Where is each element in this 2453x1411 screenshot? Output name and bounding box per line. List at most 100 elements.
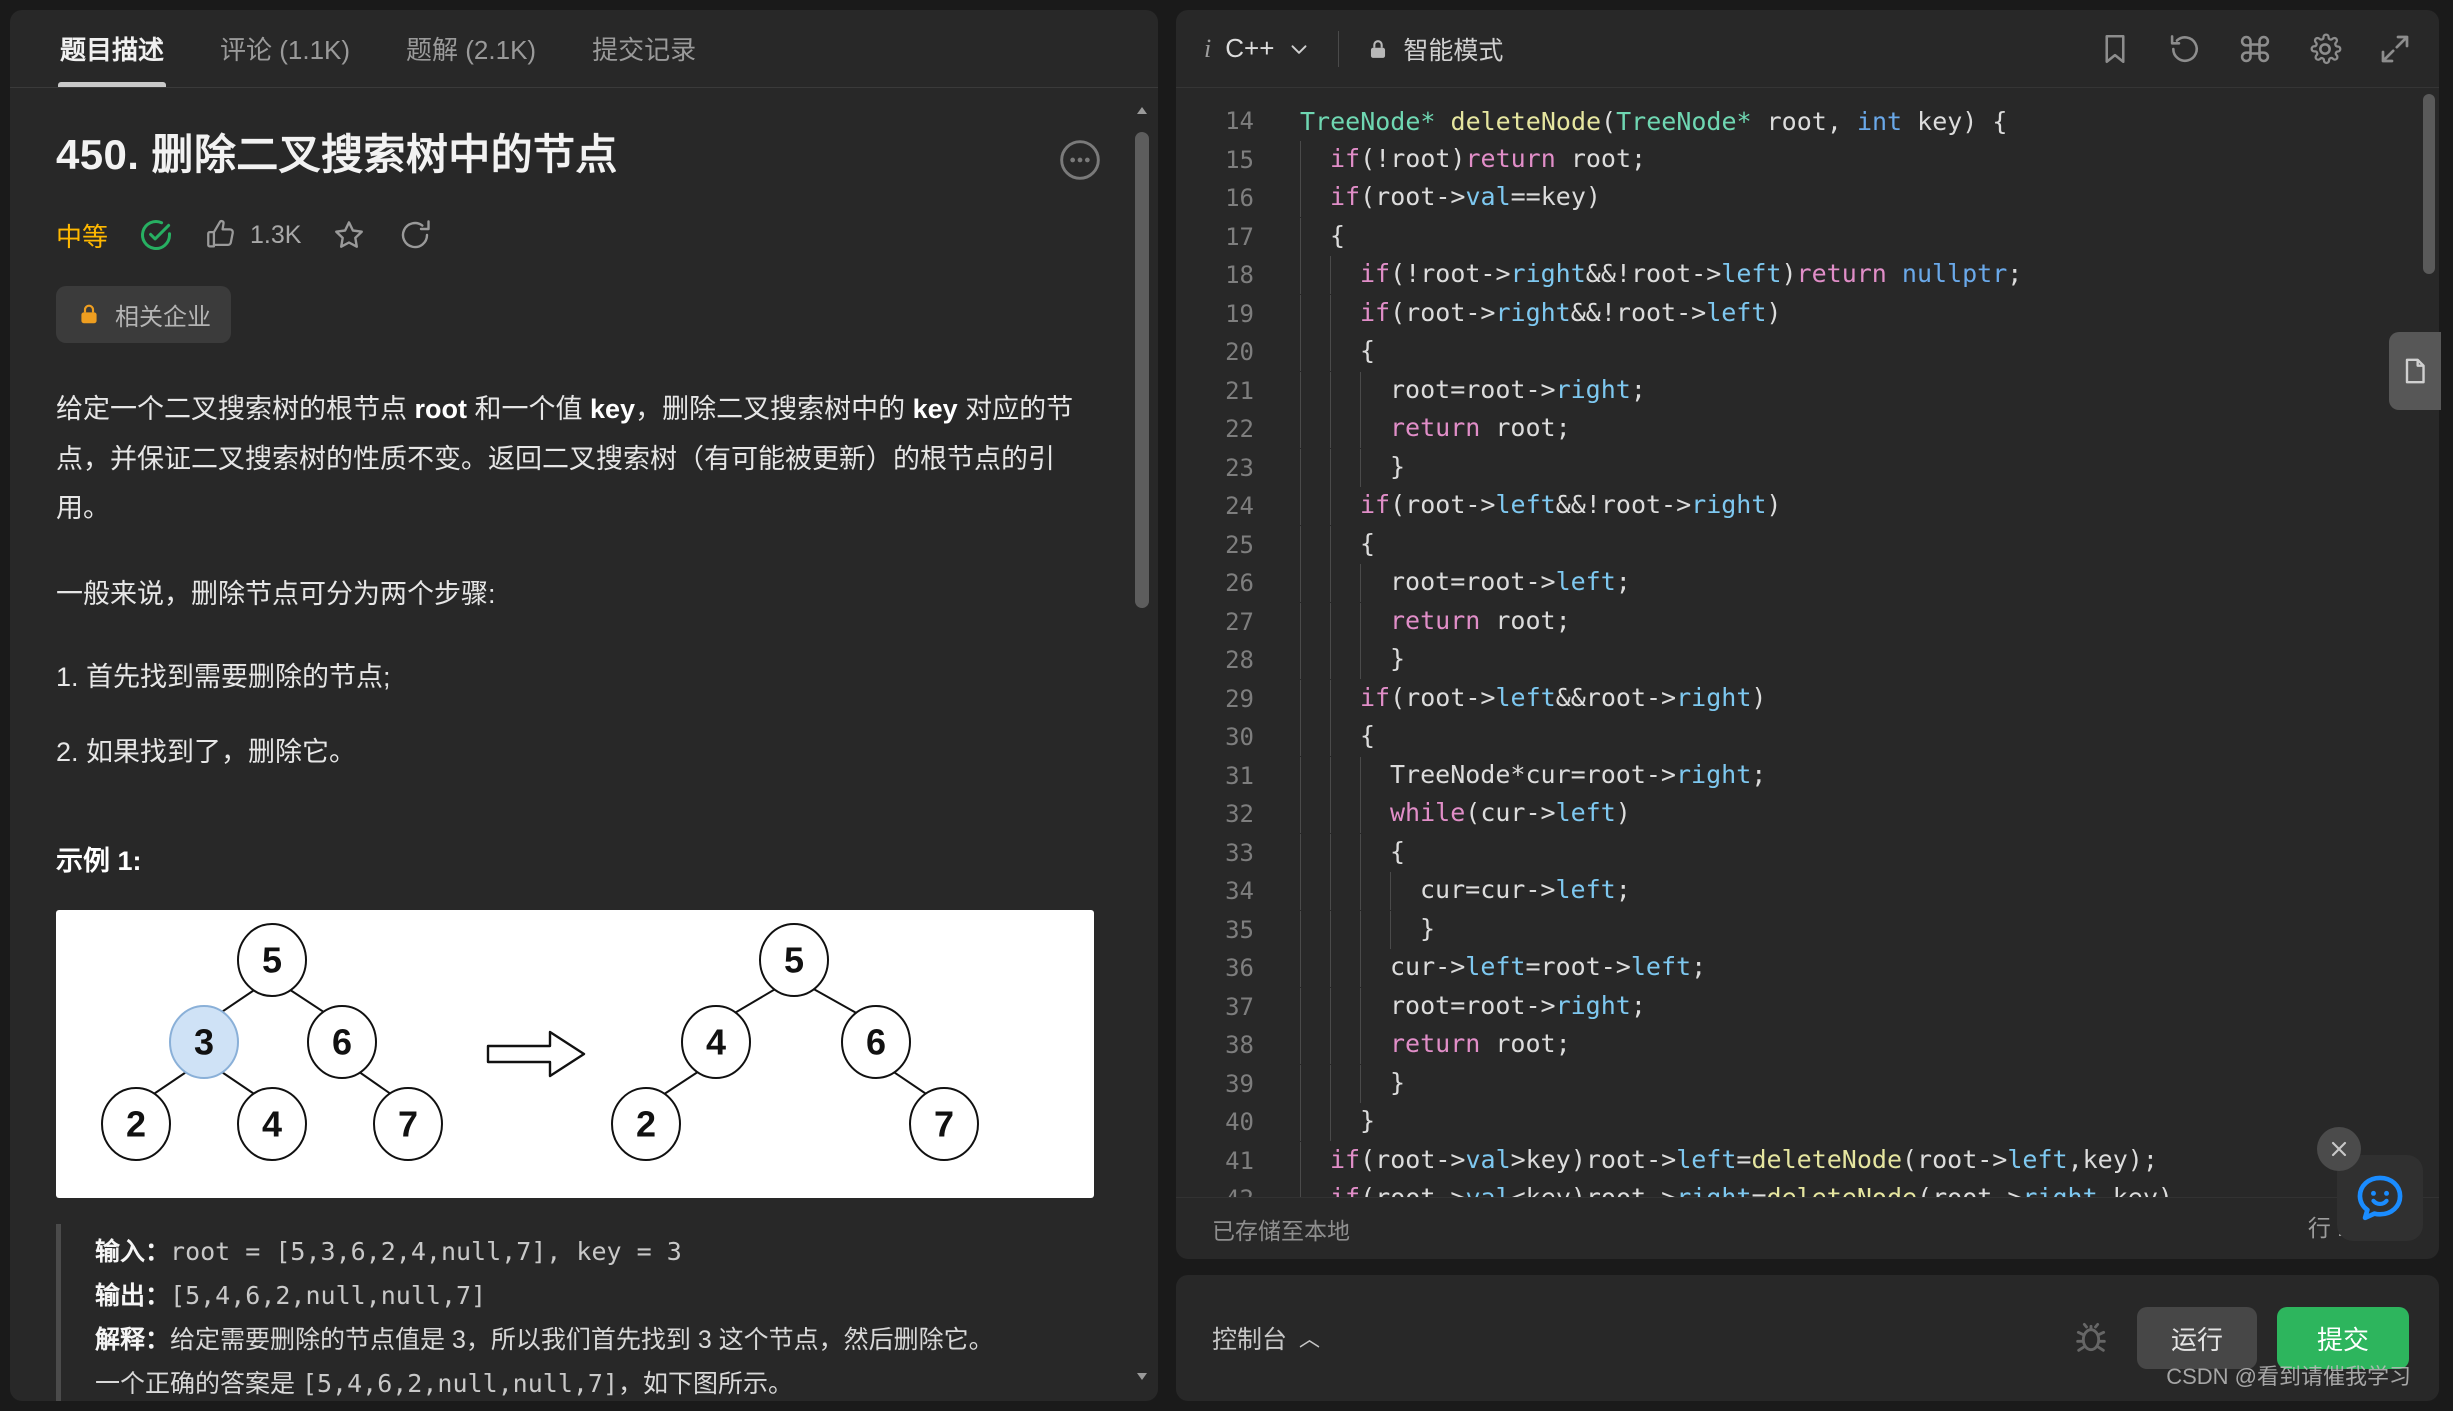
debug-bug-icon[interactable] [2071,1318,2111,1358]
problem-description-p2: 一般来说，删除节点可分为两个步骤: [56,579,496,610]
indent-guide [1330,448,1360,487]
code-line[interactable]: 33 { [1176,833,2439,873]
tab-description-label: 题目描述 [60,35,165,65]
code-token: while [1390,798,1466,828]
code-token: val [1465,1183,1510,1197]
output-label: 输出： [95,1282,171,1310]
indent-guide [1360,1064,1390,1103]
likes-button[interactable]: 1.3K [204,218,301,252]
code-line[interactable]: 35} [1176,910,2439,950]
code-text: cur->left=root->left; [1280,949,1706,988]
share-icon[interactable] [397,217,433,253]
indent-guide [1330,679,1360,718]
code-line[interactable]: 37 root=root->right; [1176,987,2439,1027]
code-token: if [1360,490,1391,520]
scroll-down-arrow-icon[interactable] [1134,1367,1150,1385]
code-lines-container[interactable]: 14 TreeNode* deleteNode(TreeNode* root, i… [1176,102,2439,1197]
favorite-star-icon[interactable] [331,217,367,253]
code-line[interactable]: 32 while(cur->left) [1176,795,2439,834]
code-line[interactable]: 15 if(!root)return root; [1176,140,2439,180]
language-selector[interactable]: i C++ [1204,33,1312,64]
code-text: { [1280,525,1375,564]
console-toggle[interactable]: 控制台 ︿ [1212,1320,1320,1356]
code-line[interactable]: 41 if(root->val>key)root->left=deleteNode… [1176,1141,2439,1181]
code-line[interactable]: 22 return root; [1176,410,2439,449]
line-number: 29 [1225,684,1254,713]
code-line[interactable]: 18 if(!root->right&&!root->left)return nu… [1176,256,2439,295]
tab-comments[interactable]: 评论 (1.1K) [192,10,378,87]
transform-arrow-icon [486,1030,586,1078]
tab-description[interactable]: 题目描述 [32,10,192,87]
code-editor-area[interactable]: 14 TreeNode* deleteNode(TreeNode* root, i… [1176,88,2439,1197]
code-line[interactable]: 19 if(root->right&&!root->left) [1176,294,2439,334]
code-line[interactable]: 42if(root->val<key)root->right=deleteNod… [1176,1180,2439,1197]
notes-panel-tab[interactable] [2389,332,2441,410]
tab-comments-label: 评论 (1.1K) [220,35,351,65]
chevron-up-icon: ︿ [1299,1328,1321,1351]
code-line[interactable]: 34 cur=cur->left; [1176,872,2439,911]
indent-guide [1300,525,1330,564]
reset-icon[interactable] [2167,31,2203,67]
indent-guide [1360,641,1390,680]
code-line[interactable]: 21 root=root->right; [1176,371,2439,411]
solved-check-icon[interactable] [138,217,174,253]
related-companies-badge[interactable]: 相关企业 [56,285,231,343]
smart-mode-toggle[interactable]: 智能模式 [1365,31,1503,67]
code-line[interactable]: 38 return root; [1176,1026,2439,1065]
code-token: val [1465,1144,1511,1174]
problem-tabs: 题目描述 评论 (1.1K) 题解 (2.1K) 提交记录 [10,10,1158,88]
bookmark-icon[interactable] [2097,31,2133,67]
code-line[interactable]: 30 { [1176,718,2439,757]
code-token: (root-> [1917,1183,2022,1197]
problem-scrollbar[interactable] [1134,102,1150,1385]
tab-submissions[interactable]: 提交记录 [564,10,724,87]
code-token: ; [1615,567,1631,597]
settings-icon[interactable] [2307,31,2343,67]
scroll-up-arrow-icon[interactable] [1134,102,1150,120]
code-token: left [1465,952,1526,982]
run-button[interactable]: 运行 [2136,1307,2257,1369]
code-text: } [1280,1064,1405,1103]
close-chat-button[interactable] [2317,1127,2361,1171]
code-line[interactable]: 26 root=root->left; [1176,564,2439,603]
indent-guide [1330,910,1360,949]
tree-node-label: 4 [706,1022,726,1063]
indent-guide [1360,371,1390,410]
code-line[interactable]: 17 { [1176,217,2439,257]
code-text: root=root->right; [1280,371,1646,410]
note-document-icon [2405,358,2425,384]
code-line[interactable]: 39} [1176,1064,2439,1104]
code-line[interactable]: 28} [1176,641,2439,680]
code-line[interactable]: 27 return root; [1176,602,2439,642]
code-line[interactable]: 23} [1176,448,2439,488]
indent-guide [1360,564,1390,603]
line-number: 28 [1225,646,1254,675]
code-line[interactable]: 31 TreeNode*cur=root->right; [1176,756,2439,796]
code-line[interactable]: 24 if(root->left&&!root->right) [1176,487,2439,526]
code-line[interactable]: 20 { [1176,333,2439,372]
shortcut-icon[interactable] [2237,31,2273,67]
tab-solutions[interactable]: 题解 (2.1K) [378,10,564,87]
code-line[interactable]: 40} [1176,1103,2439,1142]
code-vertical-scrollbar[interactable] [2423,94,2435,274]
code-line[interactable]: 16 if(root->val==key) [1176,179,2439,218]
language-label: C++ [1225,33,1275,63]
code-line[interactable]: 36 cur->left=root->left; [1176,949,2439,988]
line-number: 33 [1225,838,1254,867]
code-line[interactable]: 29 if(root->left&&root->right) [1176,679,2439,719]
indent-guide [1360,987,1390,1026]
scrollbar-thumb[interactable] [1135,132,1149,608]
difficulty-badge: 中等 [56,221,109,252]
indent-guide [1300,756,1330,795]
submit-button[interactable]: 提交 [2276,1307,2409,1369]
problem-step-1: 1. 首先找到需要删除的节点; [56,662,391,692]
indent-guide [1300,641,1330,680]
more-options-icon[interactable] [1058,138,1102,182]
indent-guide [1390,872,1420,911]
indent-guide [1330,1103,1360,1142]
tree-node-label: 7 [398,1104,418,1145]
code-line[interactable]: 25 { [1176,525,2439,565]
code-line[interactable]: 14 TreeNode* deleteNode(TreeNode* root, i… [1176,102,2439,141]
expand-icon[interactable] [2377,31,2413,67]
